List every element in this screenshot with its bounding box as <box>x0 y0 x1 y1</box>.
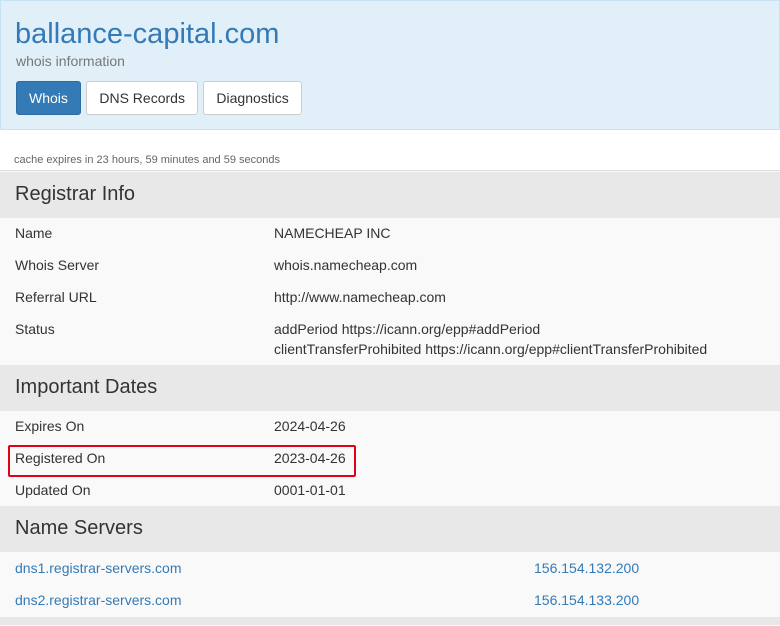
nameserver-1-host[interactable]: dns1.registrar-servers.com <box>15 558 182 578</box>
name-servers-heading: Name Servers <box>15 517 143 539</box>
referral-url-value: http://www.namecheap.com <box>274 289 446 305</box>
nameserver-1-ip[interactable]: 156.154.132.200 <box>534 558 639 578</box>
tab-whois[interactable]: Whois <box>16 81 81 115</box>
status-value-2: clientTransferProhibited https://icann.o… <box>274 341 708 357</box>
nameserver-2-ip[interactable]: 156.154.133.200 <box>534 590 639 610</box>
registrar-name-label: Name <box>15 225 53 241</box>
status-label: Status <box>15 321 55 337</box>
registrar-info-header: Registrar Info <box>0 172 780 218</box>
cache-note: cache expires in 23 hours, 59 minutes an… <box>14 154 280 166</box>
important-dates-heading: Important Dates <box>15 376 158 398</box>
updated-on-label: Updated On <box>15 482 91 498</box>
tab-bar: Whois DNS Records Diagnostics <box>16 81 303 115</box>
updated-on-value: 0001-01-01 <box>274 482 346 498</box>
domain-title: ballance-capital.com <box>15 18 280 50</box>
status-value-1: addPeriod https://icann.org/epp#addPerio… <box>274 321 541 337</box>
whois-server-value: whois.namecheap.com <box>274 257 418 273</box>
tab-diagnostics[interactable]: Diagnostics <box>203 81 302 115</box>
important-dates-header: Important Dates <box>0 365 780 411</box>
nameserver-2-host[interactable]: dns2.registrar-servers.com <box>15 590 182 610</box>
next-section-header <box>0 617 780 625</box>
registrar-info-heading: Registrar Info <box>15 183 136 205</box>
expires-on-value: 2024-04-26 <box>274 418 346 434</box>
name-servers-header: Name Servers <box>0 506 780 552</box>
registrar-name-value: NAMECHEAP INC <box>274 225 391 241</box>
page-subtitle: whois information <box>16 53 125 69</box>
expires-on-label: Expires On <box>15 418 85 434</box>
registered-on-highlight-box <box>8 445 356 477</box>
tab-dns-records[interactable]: DNS Records <box>86 81 198 115</box>
site-header: ballance-capital.com whois information W… <box>0 0 780 130</box>
whois-server-label: Whois Server <box>15 257 100 273</box>
referral-url-label: Referral URL <box>15 289 97 305</box>
